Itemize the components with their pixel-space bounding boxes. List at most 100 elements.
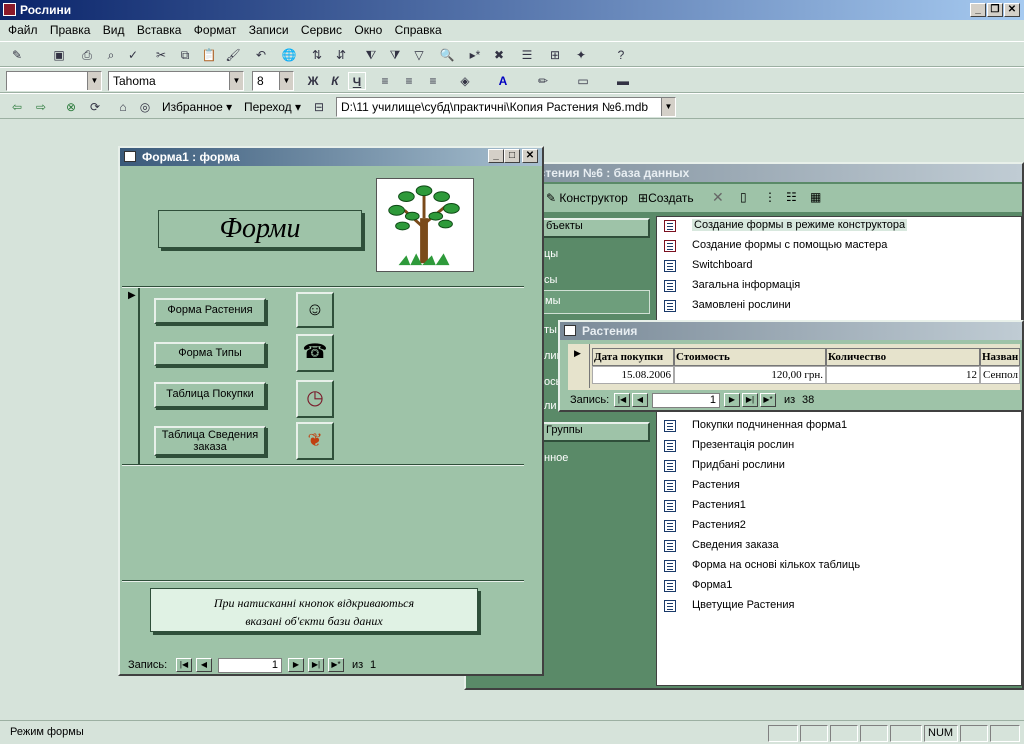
print-icon[interactable]: ⎙ — [78, 46, 96, 64]
align-left-icon[interactable]: ≡ — [376, 72, 394, 90]
object-tables[interactable]: цы — [544, 248, 558, 260]
align-right-icon[interactable]: ≡ — [424, 72, 442, 90]
col-header[interactable]: Назван — [980, 348, 1020, 366]
object-modules[interactable]: ли — [544, 400, 557, 412]
spelling-icon[interactable]: ✓ — [124, 46, 142, 64]
delete-record-icon[interactable]: ✖ — [490, 46, 508, 64]
details-icon[interactable]: ▦ — [810, 190, 821, 204]
filter-form-icon[interactable]: ⧩ — [386, 46, 404, 64]
group-favorites[interactable]: нное — [544, 452, 568, 464]
create-button[interactable]: ⊞Создать — [638, 191, 694, 205]
prev-record-button[interactable]: ◀ — [196, 658, 212, 672]
form-plants-button[interactable]: Форма Растения — [154, 298, 266, 324]
database-window-icon[interactable]: ⊞ — [546, 46, 564, 64]
form-types-button[interactable]: Форма Типы — [154, 342, 266, 366]
new-record-icon[interactable]: ▸* — [466, 46, 484, 64]
order-details-table-button[interactable]: Таблица Сведения заказа — [154, 426, 266, 456]
menu-format[interactable]: Формат — [194, 23, 237, 37]
record-number-input[interactable]: 1 — [652, 393, 720, 408]
print-preview-icon[interactable]: ⌕ — [102, 46, 120, 64]
large-icons-icon[interactable]: ▯ — [740, 190, 747, 204]
filter-selection-icon[interactable]: ⧨ — [362, 46, 380, 64]
first-record-button[interactable]: |◀ — [176, 658, 192, 672]
special-effect-icon[interactable]: ▬ — [614, 72, 632, 90]
menu-edit[interactable]: Правка — [50, 23, 91, 37]
last-record-button[interactable]: ▶| — [742, 393, 758, 407]
col-header[interactable]: Количество — [826, 348, 980, 366]
last-record-button[interactable]: ▶| — [308, 658, 324, 672]
form-minimize-button[interactable]: _ — [488, 149, 504, 163]
list-icon[interactable]: ☷ — [786, 190, 797, 204]
purchases-clock-icon[interactable]: ◷ — [296, 380, 334, 418]
font-color-icon[interactable]: A — [494, 72, 512, 90]
search-web-icon[interactable]: ◎ — [136, 98, 154, 116]
col-header[interactable]: Стоимость — [674, 348, 826, 366]
find-icon[interactable]: 🔍 — [438, 46, 456, 64]
object-queries[interactable]: сы — [544, 274, 557, 286]
new-record-nav-button[interactable]: ▶* — [760, 393, 776, 407]
font-size-combo[interactable]: 8 ▼ — [252, 71, 294, 91]
bold-button[interactable]: Ж — [304, 72, 322, 90]
undo-icon[interactable]: ↶ — [252, 46, 270, 64]
record-selector[interactable]: ▶ — [568, 344, 590, 388]
copy-icon[interactable]: ⧉ — [176, 46, 194, 64]
plants-smiley-icon[interactable]: ☺ — [296, 292, 334, 328]
help-icon[interactable]: ? — [612, 46, 630, 64]
form-close-button[interactable]: ✕ — [522, 149, 538, 163]
design-view-icon[interactable]: ✎ — [8, 46, 26, 64]
next-record-button[interactable]: ▶ — [724, 393, 740, 407]
minimize-button[interactable]: _ — [970, 3, 986, 17]
save-icon[interactable]: ▣ — [50, 46, 68, 64]
goto-menu[interactable]: Переход ▾ — [244, 100, 301, 114]
properties-icon[interactable]: ☰ — [518, 46, 536, 64]
menu-records[interactable]: Записи — [249, 23, 289, 37]
record-number-input[interactable]: 1 — [218, 658, 282, 673]
first-record-button[interactable]: |◀ — [614, 393, 630, 407]
new-object-icon[interactable]: ✦ — [572, 46, 590, 64]
menu-file[interactable]: Файл — [8, 23, 38, 37]
new-record-nav-button[interactable]: ▶* — [328, 658, 344, 672]
cell[interactable]: 15.08.2006 — [592, 366, 674, 384]
menu-help[interactable]: Справка — [395, 23, 442, 37]
favorites-menu[interactable]: Избранное ▾ — [162, 100, 232, 114]
underline-button[interactable]: Ч — [348, 72, 366, 90]
forward-icon[interactable]: ⇨ — [32, 98, 50, 116]
hyperlink-icon[interactable]: 🌐 — [280, 46, 298, 64]
order-leaf-icon[interactable]: ❦ — [296, 422, 334, 460]
stop-icon[interactable]: ⊗ — [62, 98, 80, 116]
form-maximize-button[interactable]: □ — [504, 149, 520, 163]
cell[interactable]: 120,00 грн. — [674, 366, 826, 384]
menu-window[interactable]: Окно — [354, 23, 382, 37]
home-icon[interactable]: ⌂ — [114, 98, 132, 116]
cell[interactable]: Сенпол — [980, 366, 1020, 384]
design-button[interactable]: ✎ Конструктор — [546, 191, 628, 205]
record-selector-bar[interactable]: ▶ — [122, 288, 140, 464]
object-combo[interactable]: ▼ — [6, 71, 102, 91]
delete-icon[interactable]: ✕ — [712, 189, 724, 206]
line-width-icon[interactable]: ▭ — [574, 72, 592, 90]
object-reports[interactable]: ты — [544, 324, 557, 336]
sort-asc-icon[interactable]: ⇅ — [308, 46, 326, 64]
show-web-toolbar-icon[interactable]: ⊟ — [310, 98, 328, 116]
cut-icon[interactable]: ✂ — [152, 46, 170, 64]
col-header[interactable]: Дата покупки — [592, 348, 674, 366]
address-combo[interactable]: D:\11 училище\субд\практичні\Копия Расте… — [336, 97, 676, 117]
back-icon[interactable]: ⇦ — [8, 98, 26, 116]
prev-record-button[interactable]: ◀ — [632, 393, 648, 407]
sort-desc-icon[interactable]: ⇵ — [332, 46, 350, 64]
apply-filter-icon[interactable]: ▽ — [410, 46, 428, 64]
menu-view[interactable]: Вид — [103, 23, 125, 37]
close-button[interactable]: ✕ — [1004, 3, 1020, 17]
types-phone-icon[interactable]: ☎ — [296, 334, 334, 372]
align-center-icon[interactable]: ≡ — [400, 72, 418, 90]
line-color-icon[interactable]: ✏ — [534, 72, 552, 90]
fill-color-icon[interactable]: ◈ — [456, 72, 474, 90]
menu-tools[interactable]: Сервис — [301, 23, 342, 37]
next-record-button[interactable]: ▶ — [288, 658, 304, 672]
format-painter-icon[interactable]: 🖌 — [224, 46, 242, 64]
small-icons-icon[interactable]: ⋮ — [764, 190, 776, 204]
paste-icon[interactable]: 📋 — [200, 46, 218, 64]
menu-insert[interactable]: Вставка — [137, 23, 182, 37]
font-combo[interactable]: Tahoma ▼ — [108, 71, 244, 91]
cell[interactable]: 12 — [826, 366, 980, 384]
